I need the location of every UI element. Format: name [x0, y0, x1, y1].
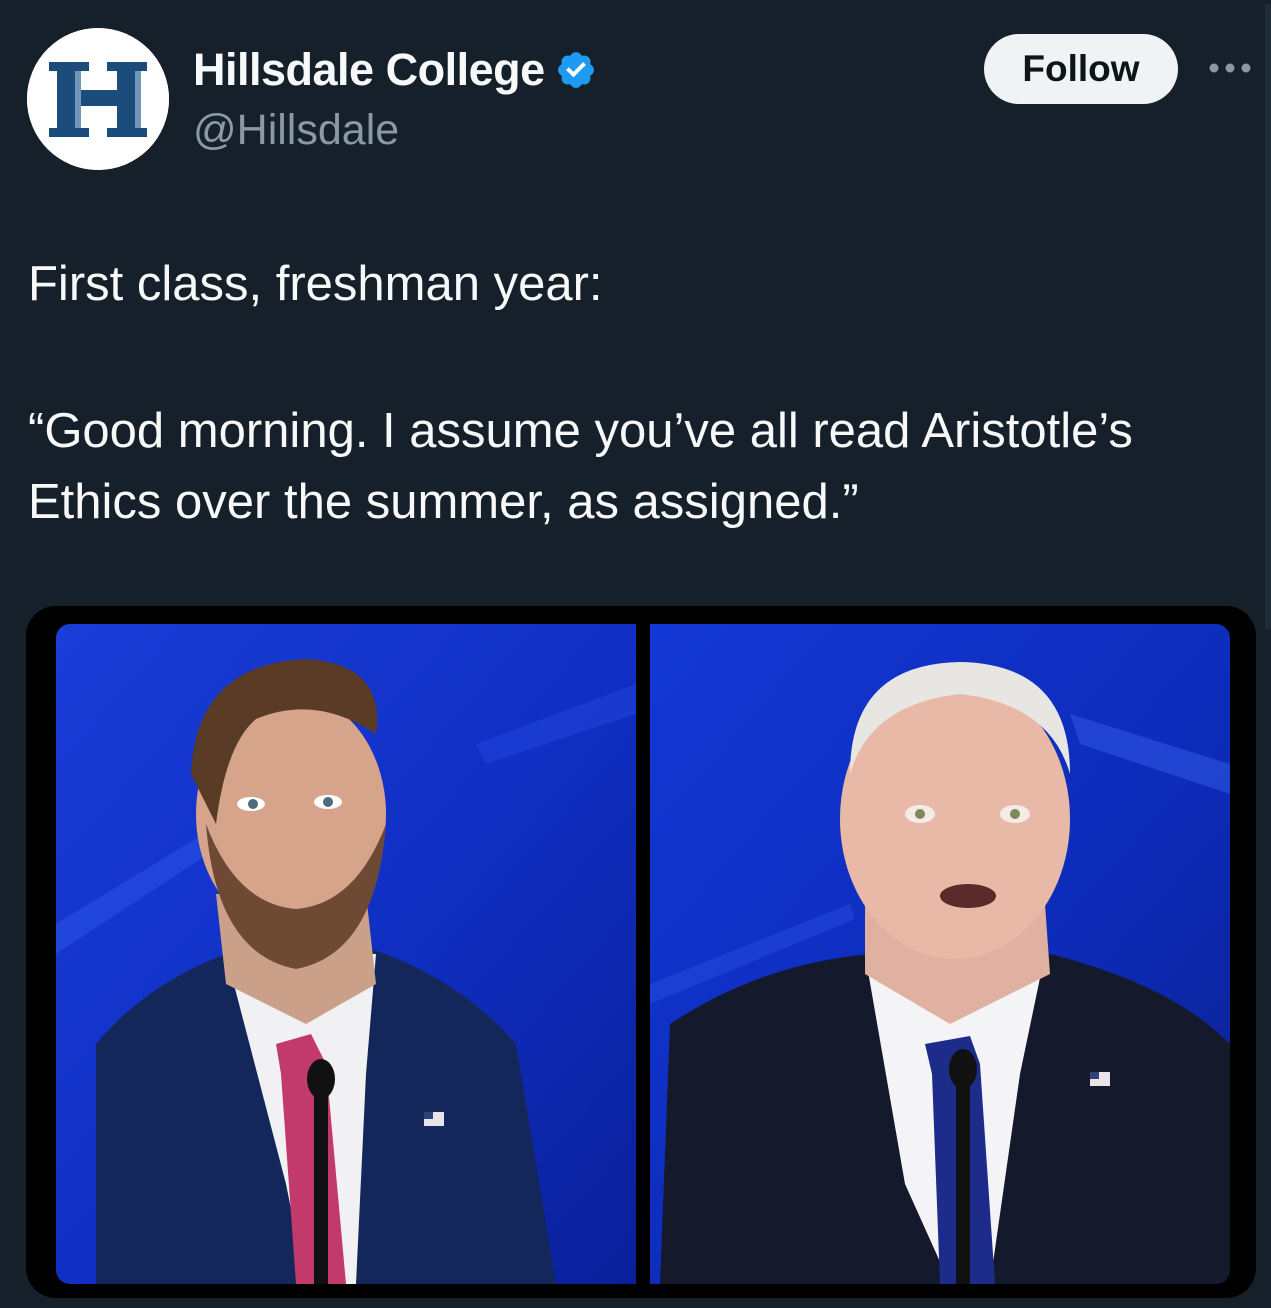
debate-photo-left[interactable]	[56, 624, 636, 1284]
follow-button[interactable]: Follow	[984, 34, 1178, 104]
debate-photo-right[interactable]	[650, 624, 1230, 1284]
more-icon[interactable]	[1206, 58, 1254, 78]
tweet-text-line-1: First class, freshman year:	[28, 257, 603, 311]
profile-avatar[interactable]	[27, 28, 169, 170]
display-name-row[interactable]: Hillsdale College	[193, 42, 597, 98]
user-handle[interactable]: @Hillsdale	[193, 106, 399, 155]
tweet-text-line-3: Ethics over the summer, as assigned.”	[28, 475, 859, 529]
scrollbar[interactable]	[1265, 4, 1271, 630]
display-name[interactable]: Hillsdale College	[193, 44, 545, 96]
verified-badge-icon[interactable]	[555, 49, 597, 91]
tweet-media[interactable]	[26, 606, 1256, 1298]
tweet: Hillsdale College @Hillsdale Follow Firs…	[0, 0, 1271, 1308]
tweet-text-line-2: “Good morning. I assume you’ve all read …	[28, 404, 1133, 458]
